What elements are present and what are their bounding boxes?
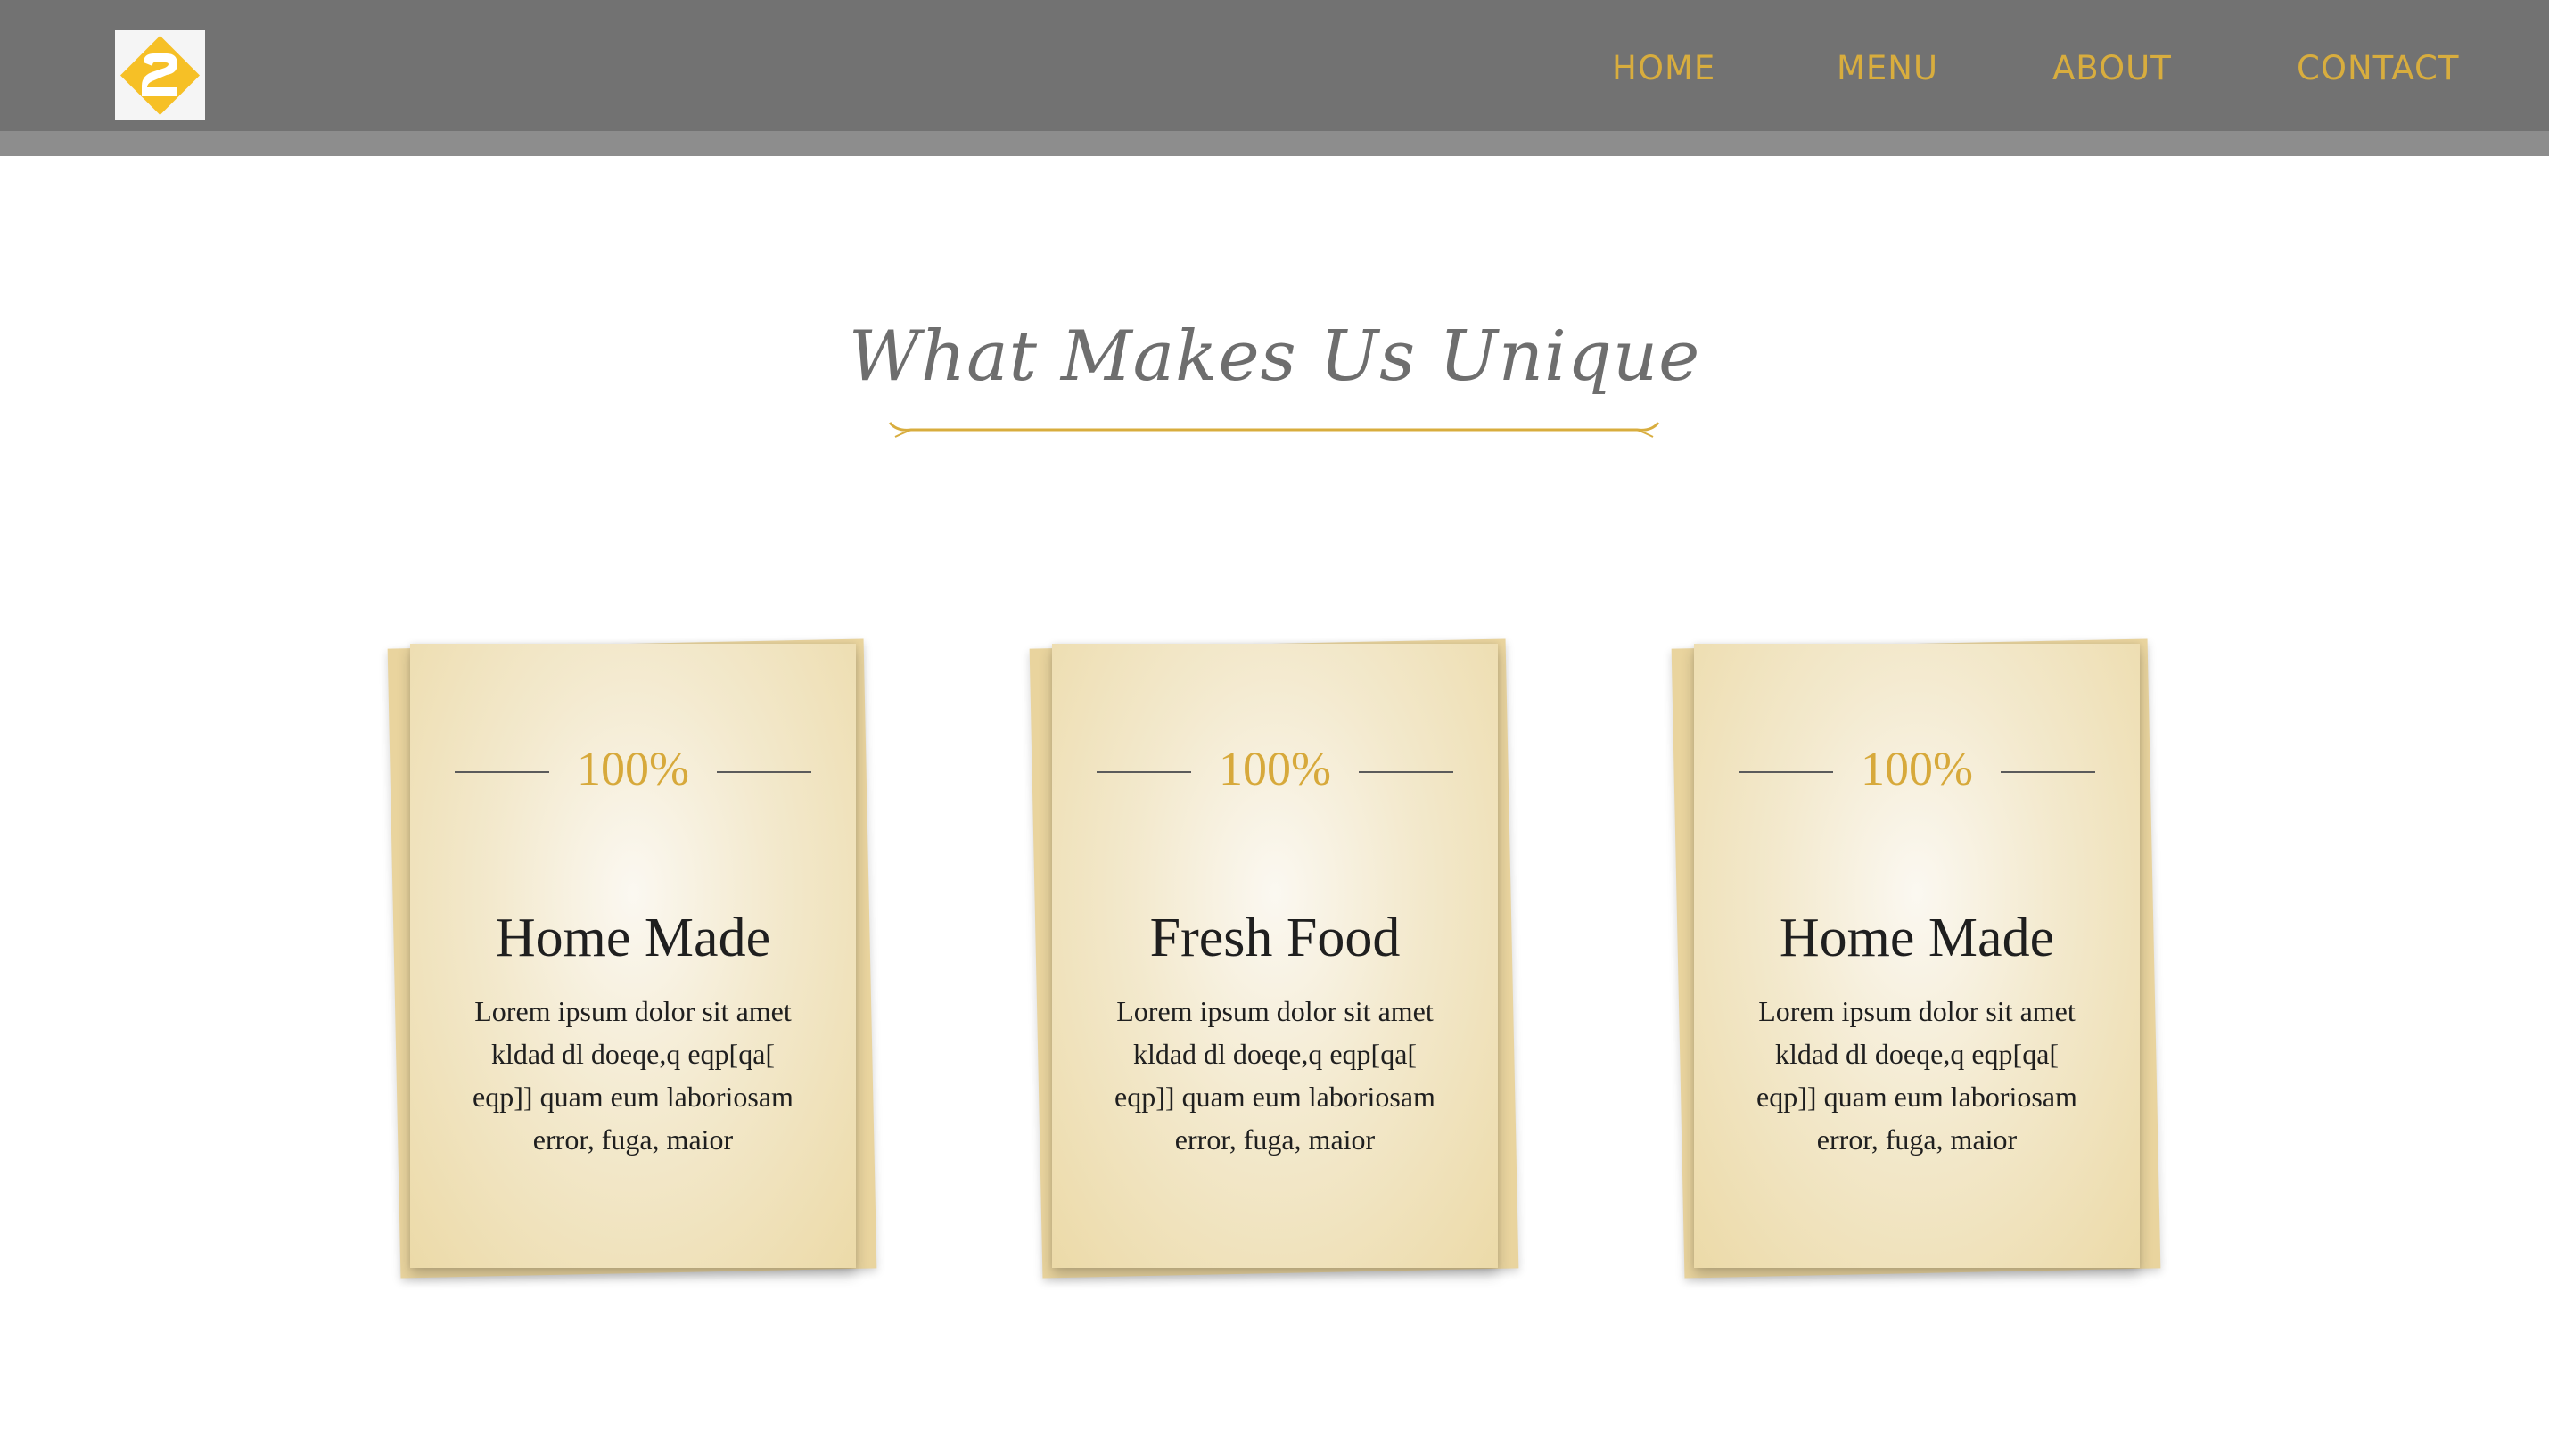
card-front-paper: 100% Home Made Lorem ipsum dolor sit ame…	[1694, 644, 2140, 1268]
card-description: Lorem ipsum dolor sit amet kldad dl doeq…	[1756, 995, 2077, 1156]
card-percent: 100%	[1861, 742, 1973, 795]
nav-about-link[interactable]: ABOUT	[2052, 46, 2172, 91]
header-bottom-strip	[0, 131, 2549, 156]
title-underline-ornament	[888, 419, 1660, 440]
logo-2-icon[interactable]	[115, 30, 205, 120]
nav-contact-link[interactable]: CONTACT	[2297, 46, 2459, 91]
nav-menu-link[interactable]: MENU	[1837, 46, 1938, 91]
percent-divider-right	[2001, 771, 2095, 773]
card-title: Home Made	[495, 908, 771, 968]
card-percent: 100%	[577, 742, 689, 795]
card-title: Home Made	[1779, 908, 2055, 968]
site-header: HOME MENU ABOUT CONTACT	[0, 0, 2549, 156]
feature-card-fresh-food: 100% Fresh Food Lorem ipsum dolor sit am…	[1029, 635, 1519, 1279]
card-description: Lorem ipsum dolor sit amet kldad dl doeq…	[473, 995, 793, 1156]
card-percent: 100%	[1219, 742, 1331, 795]
feature-card-home-made-2: 100% Home Made Lorem ipsum dolor sit ame…	[1671, 635, 2161, 1279]
percent-divider-right	[1359, 771, 1453, 773]
nav-home-link[interactable]: HOME	[1612, 46, 1715, 91]
card-title: Fresh Food	[1149, 908, 1401, 968]
percent-row: 100%	[410, 742, 856, 795]
card-front-paper: 100% Fresh Food Lorem ipsum dolor sit am…	[1052, 644, 1498, 1268]
percent-row: 100%	[1052, 742, 1498, 795]
card-front-paper: 100% Home Made Lorem ipsum dolor sit ame…	[410, 644, 856, 1268]
percent-divider-right	[717, 771, 811, 773]
section-title: What Makes Us Unique	[848, 317, 1701, 397]
card-description: Lorem ipsum dolor sit amet kldad dl doeq…	[1114, 995, 1435, 1156]
percent-row: 100%	[1694, 742, 2140, 795]
feature-card-home-made-1: 100% Home Made Lorem ipsum dolor sit ame…	[387, 635, 877, 1279]
